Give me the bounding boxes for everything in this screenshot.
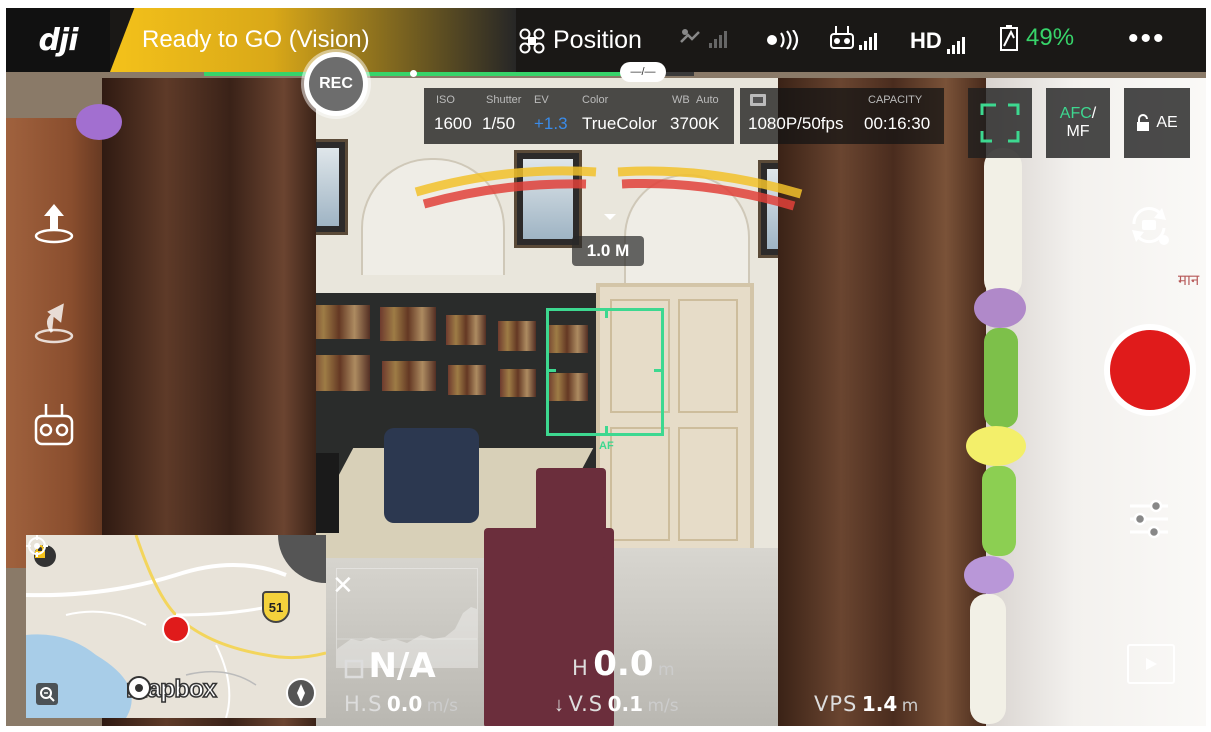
distance-readout: N/A [344, 646, 436, 686]
remote-signal-icon[interactable] [830, 24, 877, 50]
focus-area-button[interactable] [968, 88, 1032, 158]
color-value: TrueColor [582, 114, 657, 133]
wb-mode: Auto [696, 94, 719, 106]
camera-switch-icon[interactable] [1124, 200, 1174, 250]
hs-unit: m/s [426, 696, 458, 716]
resolution-value: 1080P/50fps [748, 114, 844, 133]
afc-label: AFC [1059, 105, 1092, 122]
playback-icon [1146, 658, 1157, 670]
wb-label: WB [672, 94, 690, 106]
dji-logo[interactable]: dji [6, 8, 110, 72]
mf-label: MF [1066, 123, 1090, 140]
vs-value: 0.1 [607, 692, 644, 716]
more-menu-button[interactable]: ••• [1128, 22, 1166, 56]
height-value: 0.0 [593, 644, 654, 684]
vs-label: V.S [568, 692, 604, 716]
vision-signal-icon[interactable] [766, 30, 802, 50]
color-label: Color [582, 94, 609, 106]
focus-frame-icon [980, 103, 1020, 143]
af-label: AF [599, 440, 614, 452]
unlock-icon [1137, 114, 1150, 131]
locate-icon[interactable] [26, 535, 48, 557]
height-readout: H 0.0 m [572, 644, 675, 684]
distance-value: N/A [368, 646, 436, 686]
height-unit: m [657, 660, 675, 680]
ae-lock-button[interactable]: AE [1124, 88, 1190, 158]
obstacle-distance: 1.0 M [572, 236, 644, 266]
height-label: H [572, 656, 589, 680]
down-arrow-icon: ↓ [554, 694, 564, 716]
playback-button[interactable] [1127, 644, 1175, 684]
gps-signal-icon[interactable] [678, 24, 727, 48]
rec-indicator[interactable]: REC [304, 52, 368, 116]
settings-sliders-icon[interactable] [1124, 494, 1174, 544]
camera-settings-panel[interactable]: ISO 1600 Shutter 1/50 EV +1.3 Color True… [424, 88, 734, 144]
vps-label: VPS [814, 692, 858, 716]
hd-signal-icon[interactable]: HD [910, 28, 965, 54]
record-icon [1110, 330, 1190, 410]
shutter-label: Shutter [486, 94, 522, 106]
focus-mode-toggle[interactable]: AFC/ MF [1046, 88, 1110, 158]
battery-percent: 49% [1026, 24, 1075, 51]
capacity-value: 00:16:30 [864, 114, 931, 133]
vps-unit: m [901, 696, 919, 716]
return-home-icon[interactable] [30, 298, 78, 346]
horizontal-speed-readout: H.S 0.0 m/s [344, 692, 458, 716]
iso-value: 1600 [434, 114, 472, 133]
vertical-speed-readout: ↓ V.S 0.1 m/s [554, 692, 679, 717]
mini-map[interactable]: 51 mapbox [26, 535, 326, 718]
capacity-label: CAPACITY [868, 94, 923, 106]
mapbox-logo-icon [127, 676, 151, 700]
ev-value: +1.3 [534, 114, 568, 133]
vps-readout: VPS 1.4 m [814, 692, 918, 716]
aircraft-status[interactable]: Ready to GO (Vision) [142, 26, 370, 54]
vps-value: 1.4 [861, 692, 898, 716]
battery-icon [1000, 25, 1018, 51]
progress-marker [410, 70, 417, 77]
ev-label: EV [534, 94, 549, 106]
hs-value: 0.0 [386, 692, 423, 716]
storage-panel[interactable]: CAPACITY 1080P/50fps 00:16:30 [740, 88, 944, 144]
drone-icon [519, 28, 545, 53]
zoom-out-icon [40, 687, 55, 702]
aircraft-location-marker [162, 615, 190, 643]
wb-value: 3700K [670, 114, 720, 133]
iso-label: ISO [436, 94, 455, 106]
takeoff-icon[interactable] [30, 198, 78, 246]
sd-card-icon [750, 94, 766, 106]
top-status-bar: dji Ready to GO (Vision) Position HD 49%… [6, 8, 1206, 72]
af-focus-box[interactable] [546, 308, 664, 436]
flight-mode-icon[interactable] [30, 400, 78, 448]
route-shield: 51 [262, 591, 290, 623]
app-screen: मान dji Ready to GO (Vision) Position HD… [6, 8, 1206, 726]
zoom-out-button[interactable] [36, 683, 58, 705]
shutter-value: 1/50 [482, 114, 516, 133]
home-distance-icon [344, 659, 364, 679]
hs-label: H.S [344, 692, 383, 716]
compass-icon[interactable] [286, 678, 316, 708]
progress-label: —/— [620, 62, 666, 82]
vs-unit: m/s [647, 696, 679, 716]
mapbox-attribution: mapbox [125, 674, 217, 704]
flight-mode[interactable]: Position [519, 26, 642, 55]
battery-status[interactable]: 49% [998, 24, 1074, 52]
record-button[interactable] [1104, 324, 1196, 416]
